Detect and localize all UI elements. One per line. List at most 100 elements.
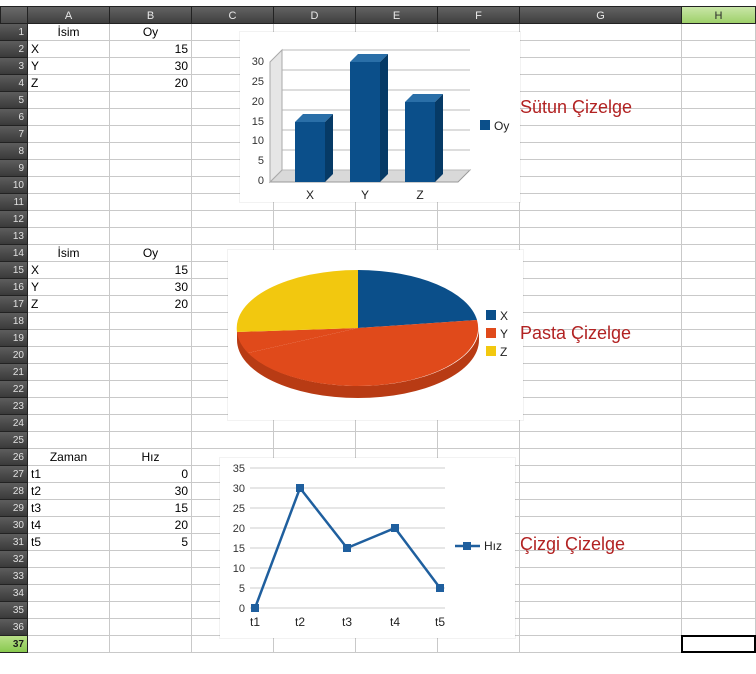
- cell-A7[interactable]: [28, 126, 110, 143]
- cell-F12[interactable]: [438, 211, 520, 228]
- cell-F37[interactable]: [438, 636, 520, 653]
- cell-E37[interactable]: [356, 636, 438, 653]
- cell-G8[interactable]: [520, 143, 682, 160]
- cell-G20[interactable]: [520, 347, 682, 364]
- cell-B33[interactable]: [110, 568, 192, 585]
- row-header-37[interactable]: 37: [0, 636, 28, 653]
- cell-A32[interactable]: [28, 551, 110, 568]
- cell-A36[interactable]: [28, 619, 110, 636]
- row-header-29[interactable]: 29: [0, 500, 28, 517]
- cell-G9[interactable]: [520, 160, 682, 177]
- row-header-31[interactable]: 31: [0, 534, 28, 551]
- cell-H31[interactable]: [682, 534, 756, 551]
- cell-A19[interactable]: [28, 330, 110, 347]
- cell-B19[interactable]: [110, 330, 192, 347]
- cell-G17[interactable]: [520, 296, 682, 313]
- col-header-D[interactable]: D: [274, 6, 356, 24]
- cell-B3[interactable]: 30: [110, 58, 192, 75]
- cell-B18[interactable]: [110, 313, 192, 330]
- cell-A16[interactable]: Y: [28, 279, 110, 296]
- cell-B25[interactable]: [110, 432, 192, 449]
- row-header-34[interactable]: 34: [0, 585, 28, 602]
- cell-H36[interactable]: [682, 619, 756, 636]
- cell-A30[interactable]: t4: [28, 517, 110, 534]
- cell-H15[interactable]: [682, 262, 756, 279]
- cell-B21[interactable]: [110, 364, 192, 381]
- cell-B28[interactable]: 30: [110, 483, 192, 500]
- col-header-C[interactable]: C: [192, 6, 274, 24]
- cell-A25[interactable]: [28, 432, 110, 449]
- cell-D12[interactable]: [274, 211, 356, 228]
- row-header-25[interactable]: 25: [0, 432, 28, 449]
- cell-H21[interactable]: [682, 364, 756, 381]
- cell-C37[interactable]: [192, 636, 274, 653]
- cell-G29[interactable]: [520, 500, 682, 517]
- cell-A18[interactable]: [28, 313, 110, 330]
- cell-G14[interactable]: [520, 245, 682, 262]
- cell-H12[interactable]: [682, 211, 756, 228]
- row-header-28[interactable]: 28: [0, 483, 28, 500]
- row-header-19[interactable]: 19: [0, 330, 28, 347]
- row-header-7[interactable]: 7: [0, 126, 28, 143]
- cell-B2[interactable]: 15: [110, 41, 192, 58]
- cell-E25[interactable]: [356, 432, 438, 449]
- row-header-20[interactable]: 20: [0, 347, 28, 364]
- cell-H4[interactable]: [682, 75, 756, 92]
- cell-B4[interactable]: 20: [110, 75, 192, 92]
- cell-A8[interactable]: [28, 143, 110, 160]
- cell-D13[interactable]: [274, 228, 356, 245]
- cell-E13[interactable]: [356, 228, 438, 245]
- cell-A17[interactable]: Z: [28, 296, 110, 313]
- row-header-17[interactable]: 17: [0, 296, 28, 313]
- cell-B32[interactable]: [110, 551, 192, 568]
- cell-D37[interactable]: [274, 636, 356, 653]
- cell-A21[interactable]: [28, 364, 110, 381]
- cell-C12[interactable]: [192, 211, 274, 228]
- row-header-11[interactable]: 11: [0, 194, 28, 211]
- cell-H11[interactable]: [682, 194, 756, 211]
- row-header-30[interactable]: 30: [0, 517, 28, 534]
- cell-G3[interactable]: [520, 58, 682, 75]
- cell-H2[interactable]: [682, 41, 756, 58]
- col-header-A[interactable]: A: [28, 6, 110, 24]
- row-header-14[interactable]: 14: [0, 245, 28, 262]
- cell-B6[interactable]: [110, 109, 192, 126]
- row-header-15[interactable]: 15: [0, 262, 28, 279]
- cell-G7[interactable]: [520, 126, 682, 143]
- cell-A35[interactable]: [28, 602, 110, 619]
- cell-A9[interactable]: [28, 160, 110, 177]
- cell-G28[interactable]: [520, 483, 682, 500]
- cell-A20[interactable]: [28, 347, 110, 364]
- cell-H28[interactable]: [682, 483, 756, 500]
- cell-H19[interactable]: [682, 330, 756, 347]
- cell-A5[interactable]: [28, 92, 110, 109]
- row-header-1[interactable]: 1: [0, 24, 28, 41]
- row-header-24[interactable]: 24: [0, 415, 28, 432]
- cell-H6[interactable]: [682, 109, 756, 126]
- cell-A6[interactable]: [28, 109, 110, 126]
- col-header-F[interactable]: F: [438, 6, 520, 24]
- cell-G23[interactable]: [520, 398, 682, 415]
- row-header-18[interactable]: 18: [0, 313, 28, 330]
- cell-B37[interactable]: [110, 636, 192, 653]
- cell-B15[interactable]: 15: [110, 262, 192, 279]
- cell-F25[interactable]: [438, 432, 520, 449]
- col-header-H[interactable]: H: [682, 6, 756, 24]
- row-header-33[interactable]: 33: [0, 568, 28, 585]
- cell-H35[interactable]: [682, 602, 756, 619]
- cell-B8[interactable]: [110, 143, 192, 160]
- col-header-G[interactable]: G: [520, 6, 682, 24]
- cell-A13[interactable]: [28, 228, 110, 245]
- cell-A24[interactable]: [28, 415, 110, 432]
- row-header-21[interactable]: 21: [0, 364, 28, 381]
- cell-A22[interactable]: [28, 381, 110, 398]
- cell-G12[interactable]: [520, 211, 682, 228]
- cell-G21[interactable]: [520, 364, 682, 381]
- cell-G11[interactable]: [520, 194, 682, 211]
- cell-A28[interactable]: t2: [28, 483, 110, 500]
- cell-G24[interactable]: [520, 415, 682, 432]
- cell-H1[interactable]: [682, 24, 756, 41]
- cell-G35[interactable]: [520, 602, 682, 619]
- cell-H10[interactable]: [682, 177, 756, 194]
- cell-H17[interactable]: [682, 296, 756, 313]
